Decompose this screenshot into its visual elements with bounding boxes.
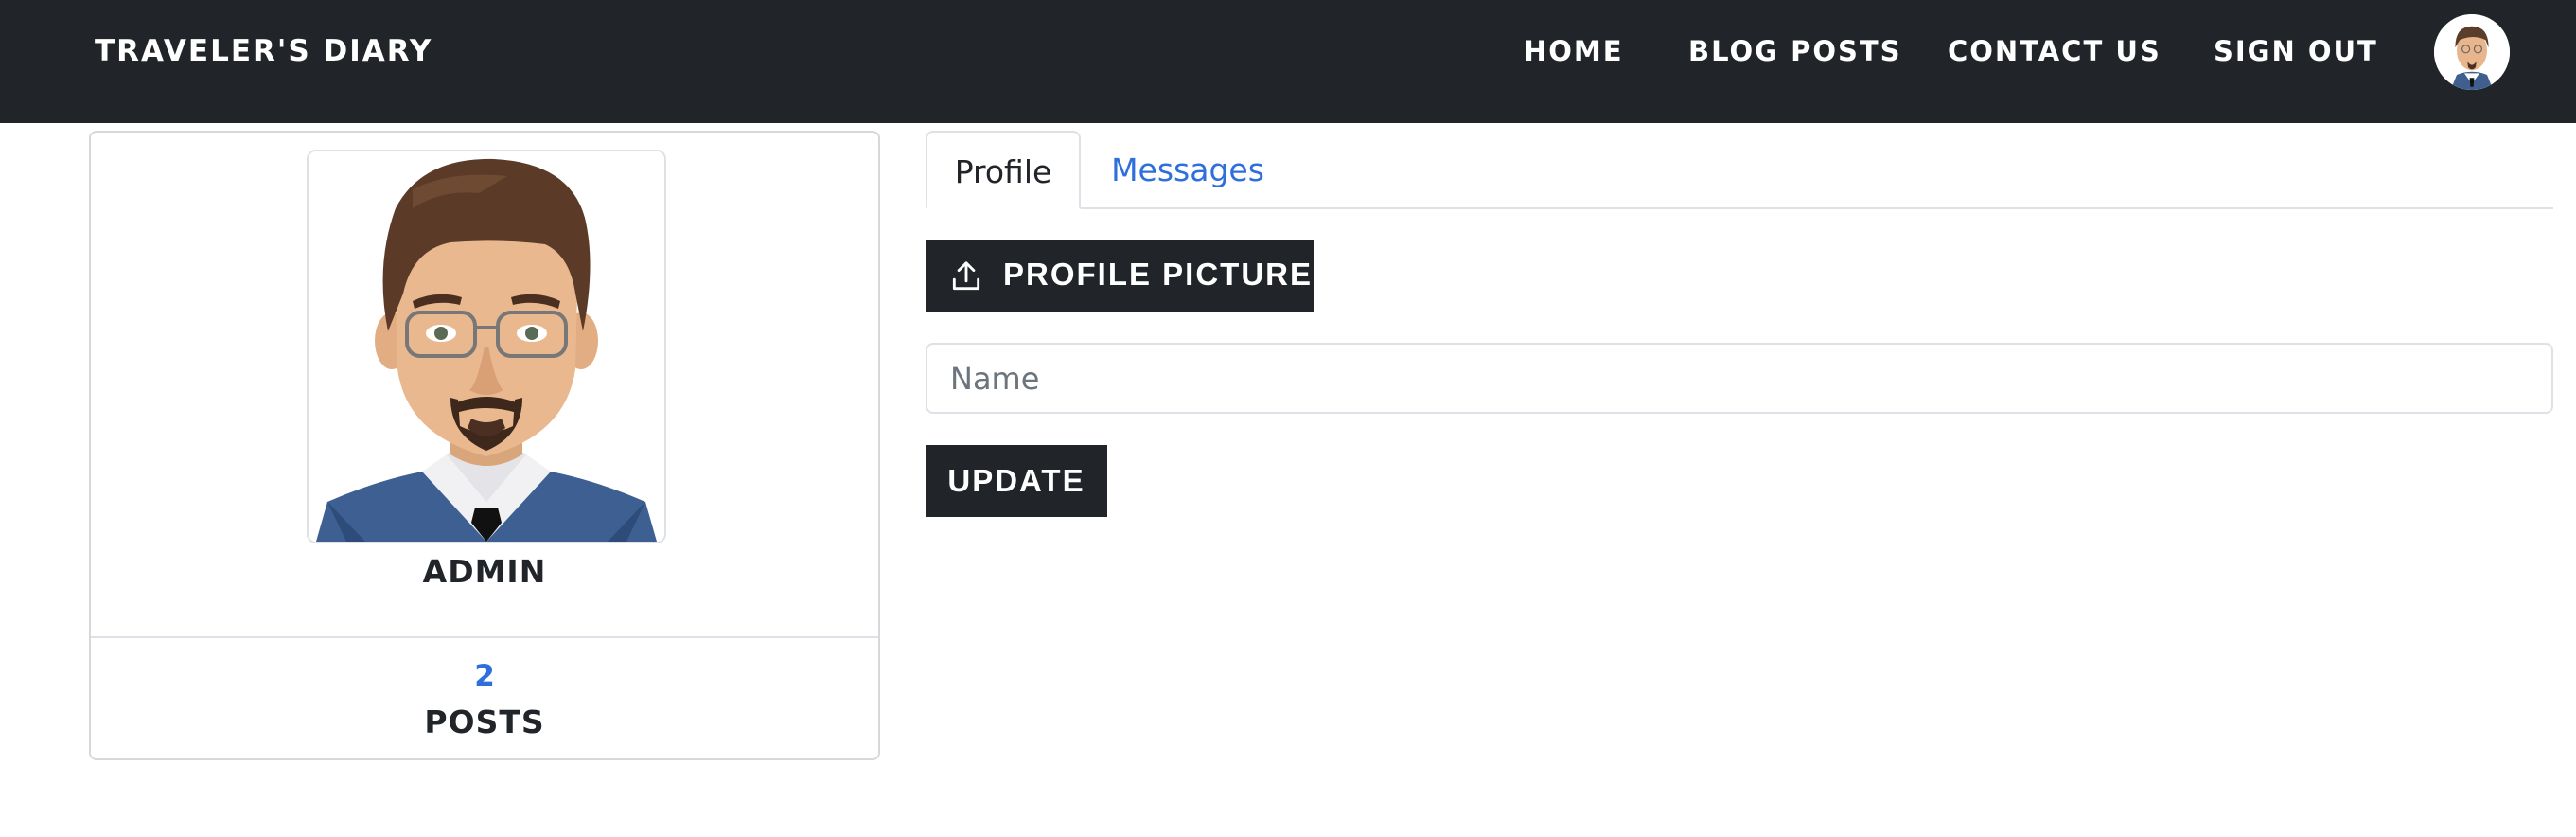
tab-messages[interactable]: Messages [1098,131,1278,209]
post-count-link[interactable]: 2 [91,659,878,693]
nav-contact-us-link[interactable]: CONTACT US [1948,35,2161,67]
profile-card-header: ADMIN [91,133,878,638]
upload-button-label: PROFILE PICTURE [1003,257,1314,292]
profile-card: ADMIN 2 POSTS [89,131,880,760]
user-avatar-icon [2434,14,2510,90]
navbar-avatar[interactable] [2434,14,2510,90]
upload-icon [948,258,984,294]
tab-profile[interactable]: Profile [926,131,1081,209]
nav-sign-out-link[interactable]: SIGN OUT [2214,35,2378,67]
update-button[interactable]: UPDATE [926,445,1107,517]
post-count-label: POSTS [424,703,545,740]
user-avatar-icon [309,151,664,542]
profile-username: ADMIN [422,553,547,590]
nav-home-link[interactable]: HOME [1524,35,1624,67]
name-input[interactable] [926,343,2553,414]
upload-profile-picture-button[interactable]: PROFILE PICTURE [926,240,1314,312]
top-navbar: TRAVELER'S DIARY HOME BLOG POSTS CONTACT… [0,0,2576,123]
profile-avatar [307,150,666,543]
brand-logo[interactable]: TRAVELER'S DIARY [95,34,432,68]
nav-blog-posts-link[interactable]: BLOG POSTS [1688,35,1902,67]
